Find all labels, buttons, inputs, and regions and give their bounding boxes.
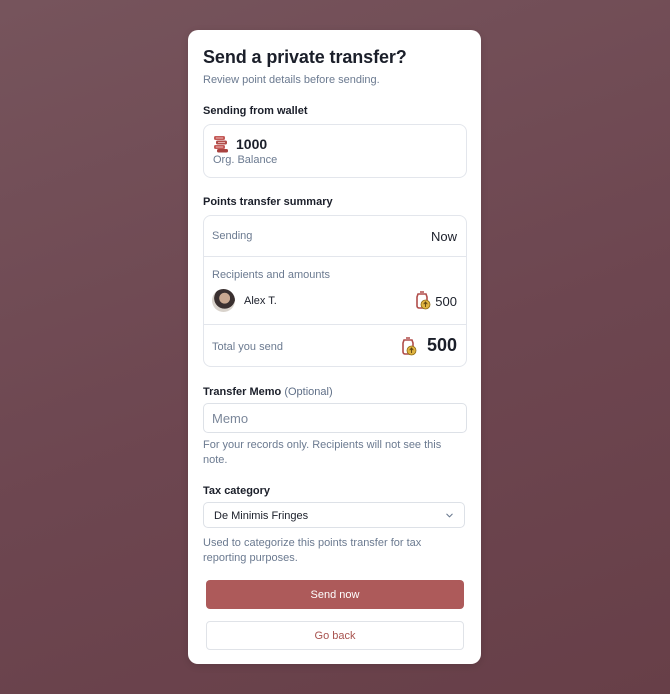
total-label: Total you send	[212, 341, 283, 353]
wallet-card: 1000 Org. Balance	[203, 124, 467, 178]
memo-label-text: Transfer Memo	[203, 386, 282, 398]
recipients-label: Recipients and amounts	[212, 269, 331, 281]
chevron-down-icon	[446, 513, 453, 518]
transfer-dialog: Send a private transfer? Review point de…	[188, 30, 481, 664]
recipient-amount: 500	[435, 294, 457, 309]
wallet-name: Org. Balance	[213, 154, 278, 166]
divider	[204, 256, 466, 257]
go-back-button[interactable]: Go back	[206, 621, 464, 650]
coin-stack-icon	[214, 136, 228, 153]
transfer-summary: Sending Now Recipients and amounts Alex …	[203, 215, 467, 367]
dialog-title: Send a private transfer?	[203, 47, 407, 67]
send-now-button[interactable]: Send now	[206, 580, 464, 609]
tax-help-text: Used to categorize this points transfer …	[203, 537, 422, 564]
tax-category-value: De Minimis Fringes	[214, 510, 309, 522]
recipient-name: Alex T.	[244, 295, 277, 307]
memo-optional-text: (Optional)	[284, 386, 333, 398]
memo-input[interactable]	[203, 403, 467, 433]
wallet-section-label: Sending from wallet	[203, 105, 308, 117]
avatar	[212, 289, 235, 312]
sending-label: Sending	[212, 230, 253, 242]
total-value: 500	[426, 335, 457, 355]
tax-category-select[interactable]: De Minimis Fringes	[203, 502, 465, 528]
tax-category-label: Tax category	[203, 485, 271, 497]
wallet-balance: 1000	[236, 136, 268, 152]
summary-section-label: Points transfer summary	[203, 196, 333, 208]
points-bag-icon	[416, 291, 431, 310]
divider	[204, 324, 466, 325]
sending-value: Now	[430, 229, 457, 244]
memo-help-text: For your records only. Recipients will n…	[203, 439, 442, 466]
points-bag-icon	[402, 337, 417, 356]
memo-label: Transfer Memo (Optional)	[203, 386, 333, 398]
dialog-subtitle: Review point details before sending.	[203, 74, 380, 86]
